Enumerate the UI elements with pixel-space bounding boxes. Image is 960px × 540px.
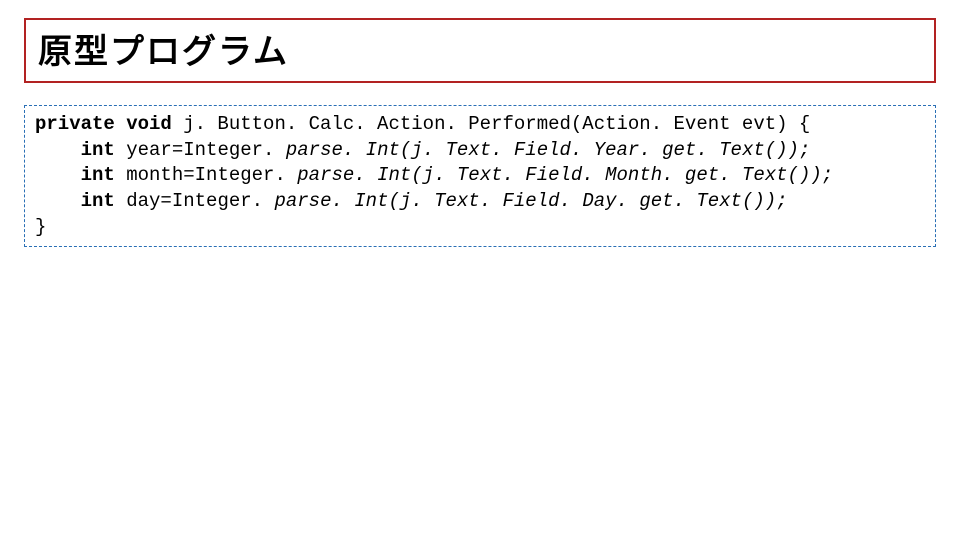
keyword: private void: [35, 113, 172, 135]
code-line-5: }: [35, 215, 925, 241]
code-line-3: int month=Integer. parse. Int(j. Text. F…: [35, 163, 925, 189]
keyword: int: [81, 164, 115, 186]
code-text: year=Integer.: [115, 139, 275, 161]
slide-title: 原型プログラム: [38, 24, 922, 73]
indent: [35, 190, 81, 212]
code-line-2: int year=Integer. parse. Int(j. Text. Fi…: [35, 138, 925, 164]
code-line-1: private void j. Button. Calc. Action. Pe…: [35, 112, 925, 138]
code-block: private void j. Button. Calc. Action. Pe…: [24, 105, 936, 247]
slide: 原型プログラム private void j. Button. Calc. Ac…: [0, 0, 960, 540]
keyword: int: [81, 139, 115, 161]
code-text: j. Button. Calc. Action. Performed(Actio…: [172, 113, 811, 135]
code-italic: parse. Int(j. Text. Field. Month. get. T…: [286, 164, 833, 186]
code-italic: parse. Int(j. Text. Field. Year. get. Te…: [274, 139, 810, 161]
code-text: month=Integer.: [115, 164, 286, 186]
indent: [35, 164, 81, 186]
title-box: 原型プログラム: [24, 18, 936, 83]
code-italic: parse. Int(j. Text. Field. Day. get. Tex…: [263, 190, 788, 212]
indent: [35, 139, 81, 161]
code-text: day=Integer.: [115, 190, 263, 212]
code-line-4: int day=Integer. parse. Int(j. Text. Fie…: [35, 189, 925, 215]
keyword: int: [81, 190, 115, 212]
